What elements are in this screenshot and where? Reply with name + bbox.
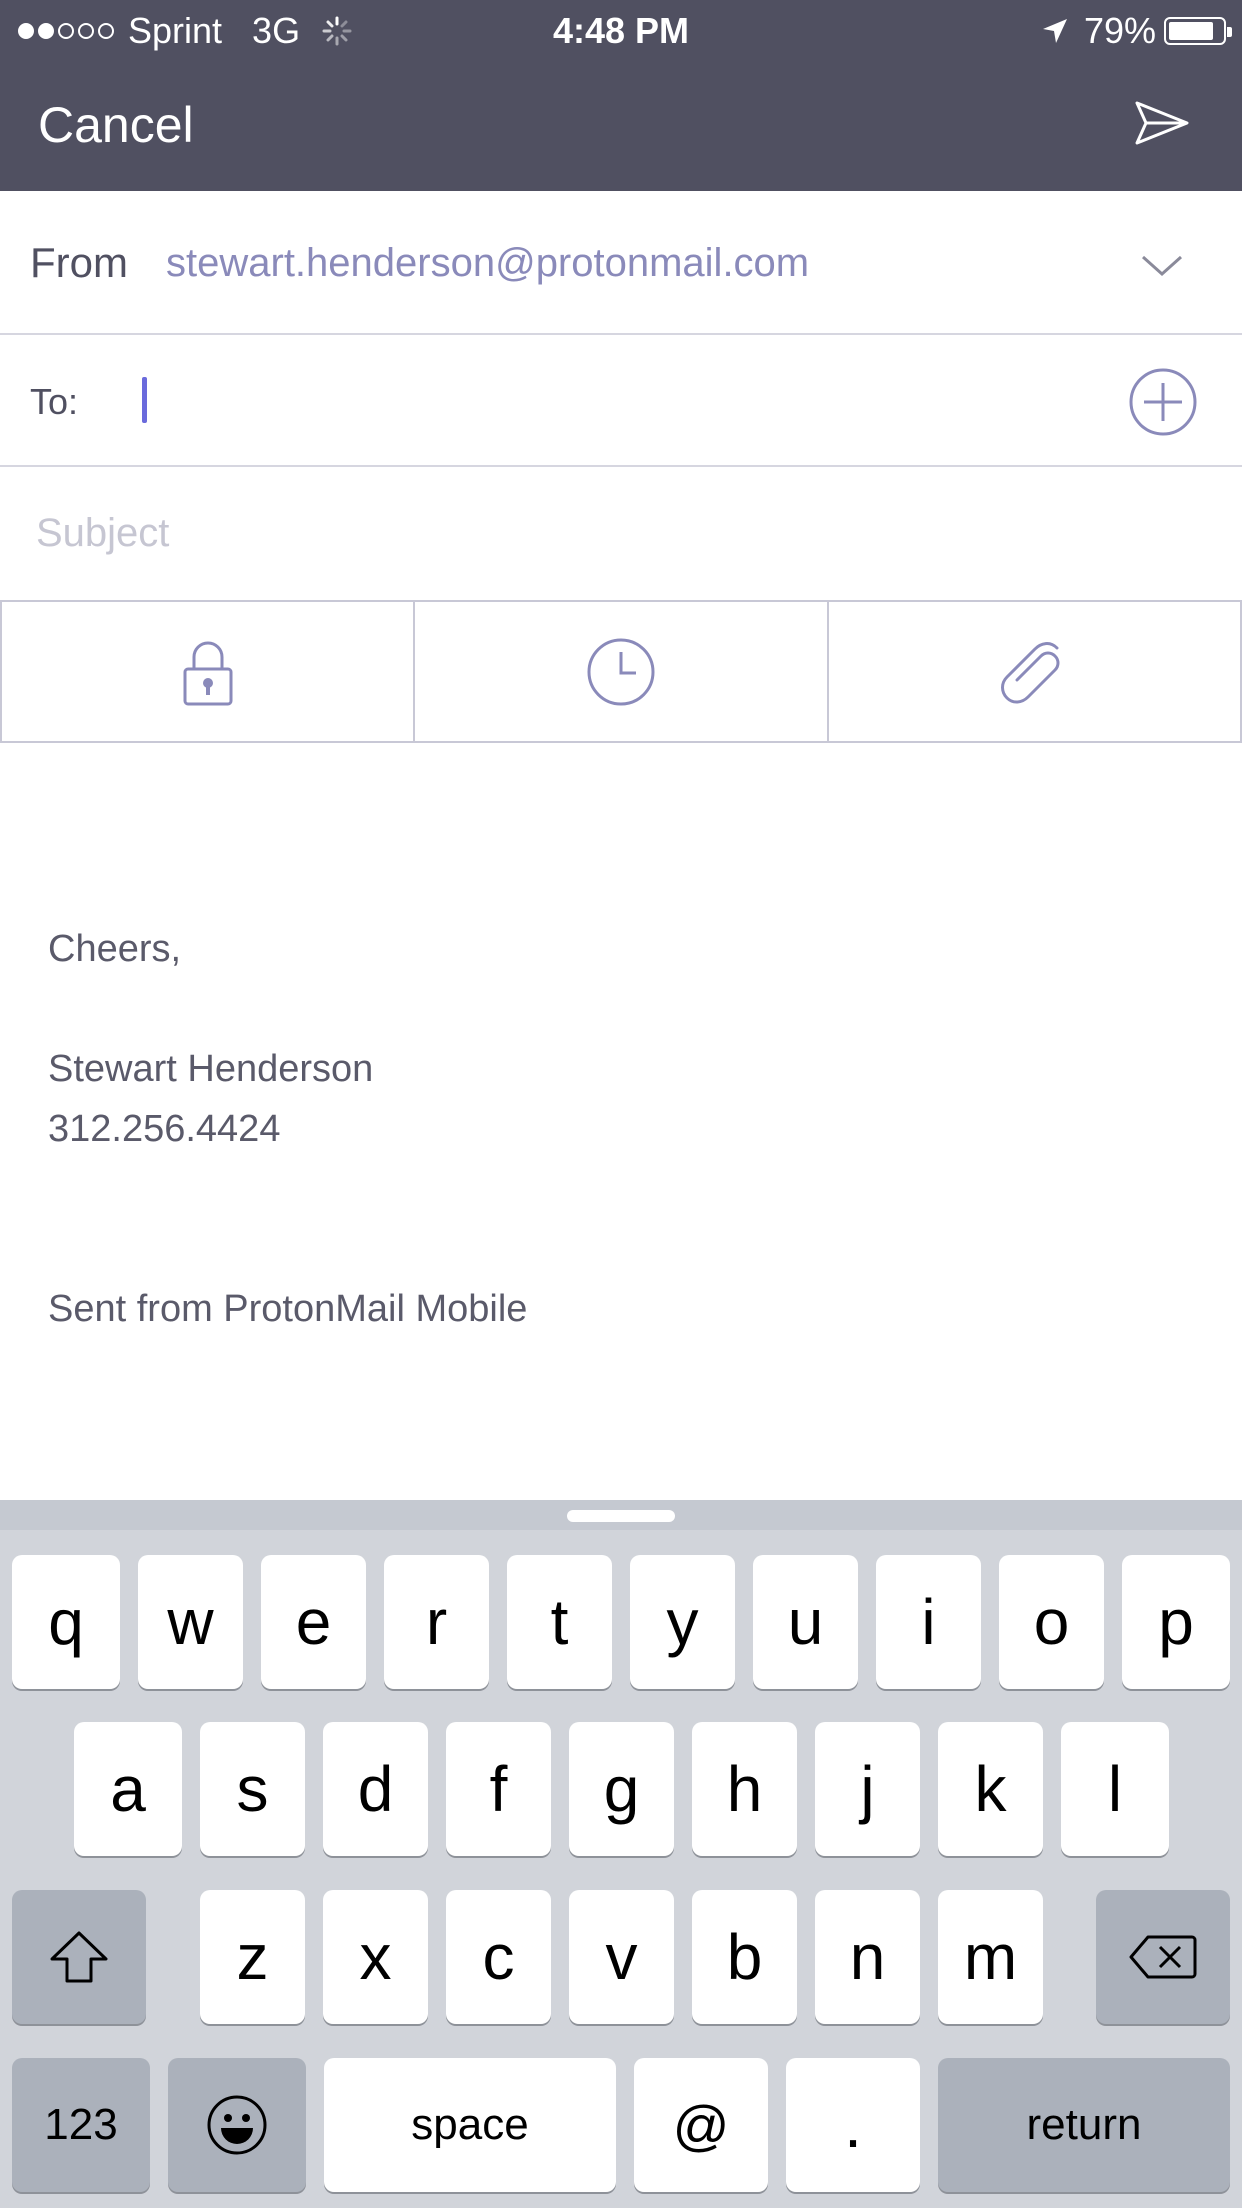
keyboard-drag-handle[interactable] — [567, 1510, 675, 1522]
body-name[interactable]: Stewart Henderson — [48, 1048, 373, 1091]
key-v[interactable]: v — [569, 1890, 674, 2024]
key-c[interactable]: c — [446, 1890, 551, 2024]
key-y[interactable]: y — [630, 1555, 735, 1689]
key-m[interactable]: m — [938, 1890, 1043, 2024]
to-row: To: — [0, 335, 1242, 467]
encrypt-button[interactable] — [0, 602, 416, 741]
key-e[interactable]: e — [261, 1555, 366, 1689]
clock-icon — [587, 638, 655, 705]
key-i[interactable]: i — [876, 1555, 981, 1689]
chevron-down-icon[interactable] — [1140, 253, 1184, 279]
key-u[interactable]: u — [753, 1555, 858, 1689]
shift-key[interactable] — [12, 1890, 146, 2024]
to-label: To: — [30, 381, 79, 422]
body-greeting[interactable]: Cheers, — [48, 928, 181, 971]
subject-input[interactable]: Subject — [36, 511, 169, 556]
key-b[interactable]: b — [692, 1890, 797, 2024]
add-recipient-icon[interactable] — [1128, 367, 1198, 437]
key-n[interactable]: n — [815, 1890, 920, 2024]
key-z[interactable]: z — [200, 1890, 305, 2024]
body-phone[interactable]: 312.256.4424 — [48, 1108, 280, 1151]
period-key[interactable]: . — [786, 2058, 920, 2192]
subject-row: Subject — [0, 467, 1242, 600]
cancel-button[interactable]: Cancel — [38, 96, 194, 154]
delete-key[interactable] — [1096, 1890, 1230, 2024]
from-address[interactable]: stewart.henderson@protonmail.com — [166, 241, 809, 286]
key-j[interactable]: j — [815, 1722, 920, 1856]
shift-icon — [50, 1931, 108, 1983]
key-q[interactable]: q — [12, 1555, 120, 1689]
emoji-icon — [207, 2095, 267, 2155]
status-bar: Sprint 3G 4:48 PM 79% — [0, 0, 1242, 62]
from-label: From — [30, 239, 128, 286]
battery-icon — [1164, 17, 1232, 45]
keyboard: q w e r t y u i o p a s d f g h j k l z … — [0, 1500, 1242, 2208]
top-bar: Sprint 3G 4:48 PM 79% Cancel — [0, 0, 1242, 191]
text-caret — [142, 377, 147, 423]
expiration-button[interactable] — [415, 602, 829, 741]
at-key[interactable]: @ — [634, 2058, 768, 2192]
compose-options — [0, 600, 1242, 743]
emoji-key[interactable] — [168, 2058, 306, 2192]
space-key[interactable]: space — [324, 2058, 616, 2192]
key-a[interactable]: a — [74, 1722, 182, 1856]
attachment-button[interactable] — [829, 602, 1242, 741]
key-p[interactable]: p — [1122, 1555, 1230, 1689]
key-r[interactable]: r — [384, 1555, 489, 1689]
location-arrow-icon — [1042, 19, 1067, 43]
to-input[interactable] — [138, 361, 1088, 441]
status-right: 79% — [1040, 10, 1232, 52]
body-signature[interactable]: Sent from ProtonMail Mobile — [48, 1288, 527, 1331]
backspace-icon — [1129, 1935, 1197, 1979]
key-w[interactable]: w — [138, 1555, 243, 1689]
return-key[interactable]: return — [938, 2058, 1230, 2192]
keyboard-top-bar — [0, 1500, 1242, 1530]
key-s[interactable]: s — [200, 1722, 305, 1856]
key-f[interactable]: f — [446, 1722, 551, 1856]
key-k[interactable]: k — [938, 1722, 1043, 1856]
key-t[interactable]: t — [507, 1555, 612, 1689]
from-row: From stewart.henderson@protonmail.com — [0, 191, 1242, 335]
send-icon[interactable] — [1134, 100, 1190, 146]
key-x[interactable]: x — [323, 1890, 428, 2024]
key-h[interactable]: h — [692, 1722, 797, 1856]
key-o[interactable]: o — [999, 1555, 1104, 1689]
numbers-key[interactable]: 123 — [12, 2058, 150, 2192]
battery-percentage: 79% — [1083, 10, 1156, 51]
paperclip-icon — [1001, 641, 1060, 703]
key-l[interactable]: l — [1061, 1722, 1169, 1856]
lock-icon — [183, 641, 233, 705]
key-g[interactable]: g — [569, 1722, 674, 1856]
key-d[interactable]: d — [323, 1722, 428, 1856]
